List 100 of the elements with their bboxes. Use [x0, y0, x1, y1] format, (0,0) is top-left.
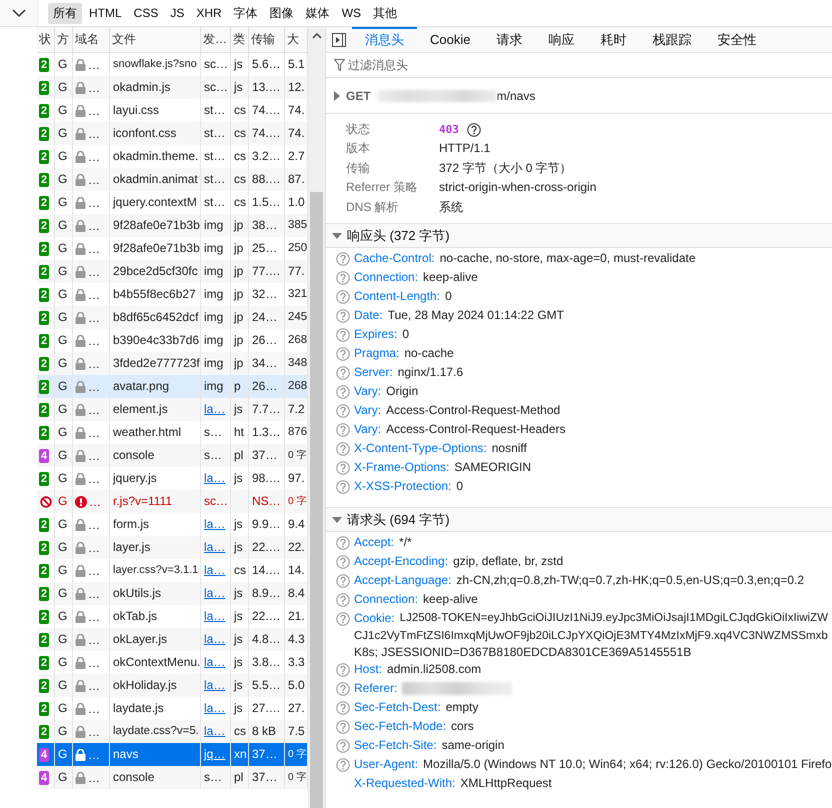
request-row[interactable]: 2 G … layer.js la… js 22.… 22. — [37, 536, 308, 559]
filter-button[interactable]: 图像 — [264, 2, 299, 24]
lock-icon — [75, 472, 86, 484]
initiator-link[interactable]: la… — [204, 655, 226, 669]
request-row[interactable]: 2 G … iconfont.css st… cs 74.… 74. — [37, 122, 308, 145]
file-name: 29bce2d5cf30fc — [110, 260, 201, 283]
header-value: keep-alive — [423, 591, 479, 608]
method-text: G — [55, 536, 73, 559]
section-header[interactable]: 请求头 (694 字节) — [326, 508, 832, 532]
request-row[interactable]: 2 G … okLayer.js la… js 4.8… 4.3 — [37, 628, 308, 651]
scroll-up-icon[interactable] — [312, 32, 322, 40]
request-row[interactable]: 2 G … avatar.png img p 26… 268 — [37, 375, 308, 398]
detail-tab[interactable]: 响应 — [535, 27, 588, 52]
column-header[interactable]: 方 — [55, 27, 73, 52]
header-name: Host: — [354, 661, 382, 678]
file-name: okadmin.animat — [110, 168, 201, 191]
filter-button[interactable]: 字体 — [228, 2, 263, 24]
lock-icon — [75, 220, 86, 232]
header-value: */* — [399, 534, 413, 552]
request-row[interactable]: 4 G … console s… pl 37… 0 字 — [37, 444, 308, 467]
request-row[interactable]: 2 G … laydate.css?v=5. la… cs 8 kB 7.5 — [37, 720, 308, 743]
chevron-down-icon[interactable] — [12, 8, 26, 18]
initiator-link[interactable]: la… — [204, 563, 226, 577]
column-header[interactable]: 域名 — [73, 27, 110, 52]
filter-button[interactable]: XHR — [191, 4, 227, 22]
column-header[interactable]: 文件 — [110, 27, 201, 52]
header-name: Sec-Fetch-Dest: — [354, 699, 441, 716]
type-text: js — [231, 628, 249, 651]
initiator-link[interactable]: la… — [204, 517, 226, 531]
expand-arrow-icon[interactable] — [334, 90, 340, 100]
initiator-link[interactable]: la… — [204, 632, 226, 646]
request-row[interactable]: 2 G … okadmin.animat st… cs 88.… 87. — [37, 168, 308, 191]
status-badge: 2 — [39, 218, 50, 232]
initiator-link[interactable]: la… — [204, 586, 226, 600]
filter-button[interactable]: HTML — [84, 4, 127, 22]
status-badge: 4 — [39, 770, 50, 784]
request-row[interactable]: 2 G … 29bce2d5cf30fc img jp 77.… 77. — [37, 260, 308, 283]
column-header[interactable]: 类 — [231, 27, 249, 52]
collapse-arrow-icon[interactable] — [332, 516, 342, 524]
detail-tab[interactable]: Cookie — [417, 27, 484, 52]
request-row[interactable]: 4 G … navs jq… xn 37… 0 字 — [37, 743, 308, 766]
domain-text: … — [88, 264, 100, 278]
filter-button[interactable]: WS — [336, 4, 366, 22]
request-row[interactable]: 2 G … b8df65c6452dcf img jp 24… 245 — [37, 306, 308, 329]
request-row[interactable]: 4 G … console s… pl 37… 0 字 — [37, 766, 308, 789]
domain-text: … — [88, 702, 100, 716]
column-header[interactable]: 发… — [201, 27, 231, 52]
request-row[interactable]: 2 G … element.js la… js 7.7… 7.2 — [37, 398, 308, 421]
initiator-link[interactable]: la… — [204, 540, 226, 554]
request-row[interactable]: 2 G … 3fded2e777723f img jp 34… 348 — [37, 352, 308, 375]
file-name: iconfont.css — [110, 122, 201, 145]
panel-toggle-icon[interactable] — [332, 32, 346, 46]
status-badge: 2 — [39, 380, 50, 394]
detail-tab[interactable]: 消息头 — [352, 27, 417, 52]
section-header[interactable]: 响应头 (372 字节) — [326, 224, 832, 248]
domain-text: … — [88, 104, 100, 118]
type-text: js — [231, 76, 249, 99]
detail-tab[interactable]: 耗时 — [587, 27, 640, 52]
initiator-link[interactable]: la… — [204, 724, 226, 738]
domain-text: … — [88, 448, 100, 462]
filter-button[interactable]: JS — [165, 4, 190, 22]
header-name: User-Agent: — [354, 756, 418, 774]
filter-field[interactable]: 过滤消息头 — [348, 58, 648, 72]
detail-tab[interactable]: 栈跟踪 — [639, 27, 704, 52]
filter-button[interactable]: 所有 — [48, 2, 82, 24]
scrollbar[interactable] — [308, 27, 325, 808]
header-name: Vary: — [354, 383, 382, 400]
request-row[interactable]: 2 G … okUtils.js la… js 8.9… 8.4 — [37, 582, 308, 605]
method-text: G — [55, 674, 73, 697]
help-icon[interactable] — [466, 122, 481, 137]
initiator-link[interactable]: la… — [204, 471, 226, 485]
collapse-arrow-icon[interactable] — [332, 232, 342, 240]
initiator-link[interactable]: jq… — [204, 747, 226, 761]
request-row[interactable]: 2 G … okadmin.js sc… js 13.… 12. — [37, 76, 308, 99]
header-value: CJ1c2VyTmFtZSI6ImxqMjUwOF9jb20iLCJpYXQiOjE3MTY4MzIxMjF9.xq4VC3NWZMSSmxb — [354, 629, 829, 644]
detail-tab[interactable]: 请求 — [483, 27, 536, 52]
filter-button[interactable]: 其他 — [368, 2, 402, 24]
initiator-link[interactable]: la… — [204, 402, 226, 416]
lock-icon — [75, 518, 86, 530]
header-name: Cache-Control: — [354, 250, 435, 268]
filter-button[interactable]: 媒体 — [300, 2, 335, 24]
status-badge: 2 — [39, 426, 50, 440]
domain-text: … — [88, 472, 100, 486]
filter-button[interactable]: CSS — [128, 4, 164, 22]
header-value: SAMEORIGIN — [454, 459, 532, 476]
initiator-link[interactable]: la… — [204, 678, 226, 692]
status-code: 403 — [439, 122, 459, 138]
column-header[interactable]: 状 — [37, 27, 55, 52]
column-header[interactable]: 传输 — [249, 27, 285, 52]
request-row[interactable]: 2 G … okHoliday.js la… js 5.5… 5.0 — [37, 674, 308, 697]
detail-tab[interactable]: 安全性 — [704, 27, 770, 52]
header-name: Referer: — [354, 680, 398, 698]
scrollbar-thumb[interactable] — [310, 192, 323, 808]
header-value: K8s; JSESSIONID=D367B8180EDCDA8301CE369A5145551B — [354, 644, 692, 660]
request-row[interactable]: 2 G … 9f28afe0e71b3b img jp 38… 385 — [37, 214, 308, 237]
initiator-link[interactable]: la… — [204, 609, 226, 623]
initiator-link[interactable]: la… — [204, 701, 226, 715]
file-name: r.js?v=1111 — [110, 490, 201, 513]
request-row[interactable]: G … r.js?v=1111 sc… NS… 0 字 — [37, 490, 308, 513]
header-value: Tue, 28 May 2024 01:14:22 GMT — [388, 307, 566, 324]
